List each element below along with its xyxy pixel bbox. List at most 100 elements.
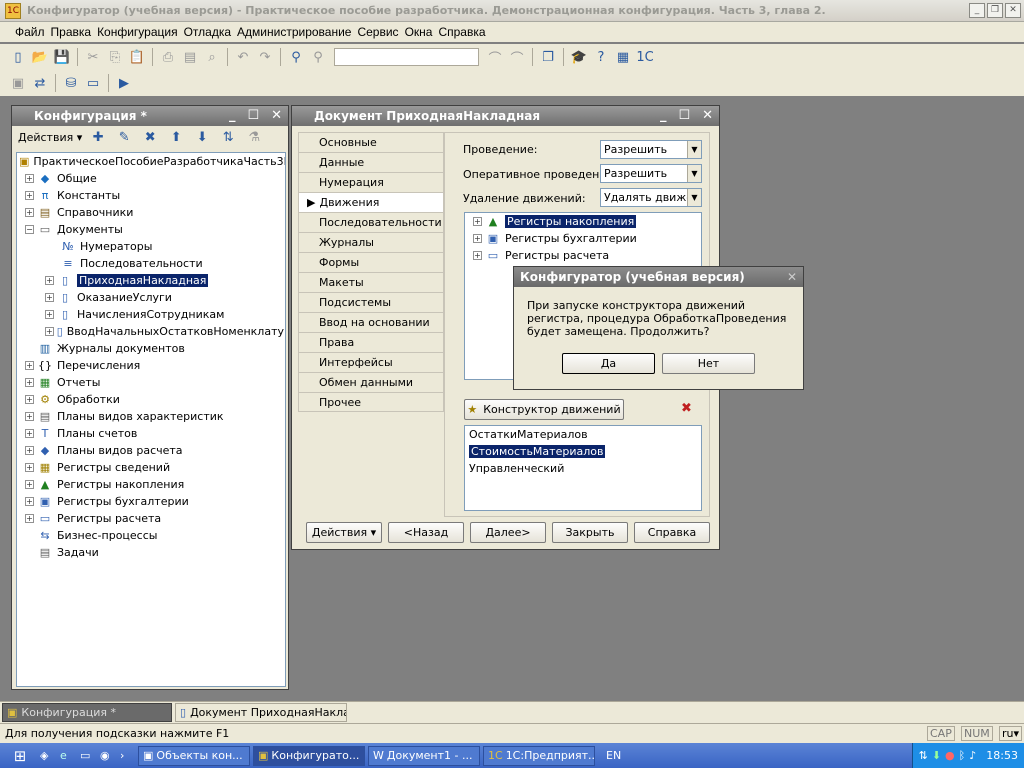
edit-icon[interactable]: ✎ bbox=[114, 127, 134, 147]
input-lang[interactable]: EN bbox=[606, 749, 621, 762]
no-button[interactable]: Нет bbox=[662, 353, 755, 374]
list-item[interactable]: ОстаткиМатериалов bbox=[465, 426, 701, 443]
tree-item-prikhodnaya[interactable]: + ▯ ПриходнаяНакладная bbox=[17, 272, 285, 289]
list-item[interactable]: Управленческий bbox=[465, 460, 701, 477]
maximize-button[interactable]: ❐ bbox=[987, 3, 1003, 18]
save-icon[interactable]: 💾 bbox=[52, 47, 72, 67]
redo-icon[interactable]: ↷ bbox=[255, 47, 275, 67]
tree-item-catalogs[interactable]: + ▤ Справочники bbox=[17, 204, 285, 221]
onec-icon[interactable]: 1C bbox=[635, 47, 655, 67]
print-icon[interactable]: ⎙ bbox=[158, 47, 178, 67]
tray-volume-icon[interactable]: ♪ bbox=[969, 749, 976, 762]
media-icon[interactable]: ◉ bbox=[100, 749, 120, 762]
tree-item-sequences[interactable]: ≡ Последовательности bbox=[17, 255, 285, 272]
search-prev-icon[interactable]: ⌒ bbox=[485, 47, 505, 67]
zoom-icon[interactable]: ⌕ bbox=[202, 47, 222, 67]
open-icon[interactable]: 📂 bbox=[30, 47, 50, 67]
tab-other[interactable]: Прочее bbox=[298, 392, 444, 412]
tray-bluetooth-icon[interactable]: ᛒ bbox=[959, 749, 966, 762]
tree-item-acc-registers[interactable]: + ▣ Регистры бухгалтерии bbox=[17, 493, 285, 510]
restore-icon[interactable]: ☐ bbox=[678, 108, 690, 123]
yes-button[interactable]: Да bbox=[562, 353, 655, 374]
lang-indicator[interactable]: ru▾ bbox=[999, 726, 1023, 741]
tree-item-processing[interactable]: + ⚙ Обработки bbox=[17, 391, 285, 408]
explorer-icon[interactable]: ◈ bbox=[40, 749, 60, 762]
tree-item-vvod[interactable]: + ▯ ВводНачальныхОстатковНоменклатуры bbox=[17, 323, 285, 340]
next-button[interactable]: Далее> bbox=[470, 522, 546, 543]
config-update-icon[interactable]: ⇄ bbox=[30, 73, 50, 93]
tree-item-tasks[interactable]: ▤ Задачи bbox=[17, 544, 285, 561]
movements-constructor-button[interactable]: ★ Конструктор движений bbox=[464, 399, 624, 420]
actions-button[interactable]: Действия ▾ bbox=[306, 522, 382, 543]
back-button[interactable]: <Назад bbox=[388, 522, 464, 543]
tree-item-nachisleniya[interactable]: + ▯ НачисленияСотрудникам bbox=[17, 306, 285, 323]
tree-item-enums[interactable]: +{} Перечисления bbox=[17, 357, 285, 374]
tree-root[interactable]: ▣ ПрактическоеПособиеРазработчикаЧасть3Гл… bbox=[17, 153, 285, 170]
tree-item-constants[interactable]: + π Константы bbox=[17, 187, 285, 204]
new-icon[interactable]: ▯ bbox=[8, 47, 28, 67]
close-icon[interactable]: ✕ bbox=[787, 270, 797, 284]
task-configurator[interactable]: ▣ Конфигурато... bbox=[253, 745, 365, 766]
actions-dropdown[interactable]: Действия ▾ bbox=[18, 131, 82, 144]
undo-icon[interactable]: ↶ bbox=[233, 47, 253, 67]
minimize-icon[interactable]: _ bbox=[229, 108, 236, 123]
reg-calc[interactable]: + ▭ Регистры расчета bbox=[465, 247, 701, 264]
task-objects[interactable]: ▣ Объекты кон... bbox=[138, 745, 250, 766]
tree-item-documents[interactable]: − ▭ Документы bbox=[17, 221, 285, 238]
tree-item-char-types[interactable]: + ▤ Планы видов характеристик bbox=[17, 408, 285, 425]
tab-numbering[interactable]: Нумерация bbox=[298, 172, 444, 192]
menu-service[interactable]: Сервис bbox=[354, 25, 401, 39]
tab-sequences[interactable]: Последовательности bbox=[298, 212, 444, 232]
close-icon[interactable]: ✕ bbox=[271, 108, 282, 123]
search-next-icon[interactable]: ⌒ bbox=[507, 47, 527, 67]
tab-subsystems[interactable]: Подсистемы bbox=[298, 292, 444, 312]
clear-icon[interactable]: ✖ bbox=[681, 401, 692, 416]
add-icon[interactable]: ✚ bbox=[88, 127, 108, 147]
tab-data[interactable]: Данные bbox=[298, 152, 444, 172]
help-button[interactable]: Справка bbox=[634, 522, 710, 543]
help-search-icon[interactable]: ? bbox=[591, 47, 611, 67]
move-down-icon[interactable]: ⬇ bbox=[192, 127, 212, 147]
tree-item-bp[interactable]: ⇆ Бизнес-процессы bbox=[17, 527, 285, 544]
search-combo[interactable] bbox=[334, 48, 479, 66]
window-tab-config[interactable]: ▣ Конфигурация * bbox=[2, 703, 172, 722]
menu-windows[interactable]: Окна bbox=[402, 25, 436, 39]
paste-icon[interactable]: 📋 bbox=[127, 47, 147, 67]
delete-icon[interactable]: ✖ bbox=[140, 127, 160, 147]
tree-item-journals[interactable]: ▥ Журналы документов bbox=[17, 340, 285, 357]
close-button[interactable]: Закрыть bbox=[552, 522, 628, 543]
window-tab-document[interactable]: ▯ Документ ПриходнаяНакла... bbox=[175, 703, 347, 722]
tree-item-accum-registers[interactable]: + ▲ Регистры накопления bbox=[17, 476, 285, 493]
tab-basic[interactable]: Основные bbox=[298, 132, 444, 152]
task-word-document[interactable]: W Документ1 - ... bbox=[368, 745, 480, 766]
minimize-icon[interactable]: _ bbox=[660, 108, 667, 123]
config-open-icon[interactable]: ▣ bbox=[8, 73, 28, 93]
tree-item-numerators[interactable]: № Нумераторы bbox=[17, 238, 285, 255]
tray-network-icon[interactable]: ⇅ bbox=[919, 749, 928, 762]
more-icon[interactable]: › bbox=[120, 749, 138, 762]
tab-journals[interactable]: Журналы bbox=[298, 232, 444, 252]
close-button[interactable]: ✕ bbox=[1005, 3, 1021, 18]
desktop-icon[interactable]: ▭ bbox=[80, 749, 100, 762]
menu-administration[interactable]: Администрирование bbox=[234, 25, 354, 39]
tab-movements[interactable]: ▶ Движения bbox=[298, 192, 444, 212]
cut-icon[interactable]: ✂ bbox=[83, 47, 103, 67]
reg-accounting[interactable]: + ▣ Регистры бухгалтерии bbox=[465, 230, 701, 247]
tab-exchange[interactable]: Обмен данными bbox=[298, 372, 444, 392]
filter-icon[interactable]: ⚗ bbox=[244, 127, 264, 147]
menu-file[interactable]: Файл bbox=[12, 25, 48, 39]
db-update-icon[interactable]: ⛁ bbox=[61, 73, 81, 93]
windows-icon[interactable]: ❐ bbox=[538, 47, 558, 67]
delete-movements-select[interactable]: Удалять движен ▼ bbox=[600, 188, 702, 207]
tab-rights[interactable]: Права bbox=[298, 332, 444, 352]
copy-icon[interactable]: ⎘ bbox=[105, 47, 125, 67]
tab-interfaces[interactable]: Интерфейсы bbox=[298, 352, 444, 372]
tree-item-okazanie[interactable]: + ▯ ОказаниеУслуги bbox=[17, 289, 285, 306]
start-icon[interactable]: ⊞ bbox=[0, 747, 40, 765]
menu-help[interactable]: Справка bbox=[435, 25, 488, 39]
oper-posting-select[interactable]: Разрешить ▼ bbox=[600, 164, 702, 183]
tab-forms[interactable]: Формы bbox=[298, 252, 444, 272]
syntax-helper-icon[interactable]: ▦ bbox=[613, 47, 633, 67]
find-icon[interactable]: ⚲ bbox=[286, 47, 306, 67]
wizard-icon[interactable]: 🎓 bbox=[569, 47, 589, 67]
